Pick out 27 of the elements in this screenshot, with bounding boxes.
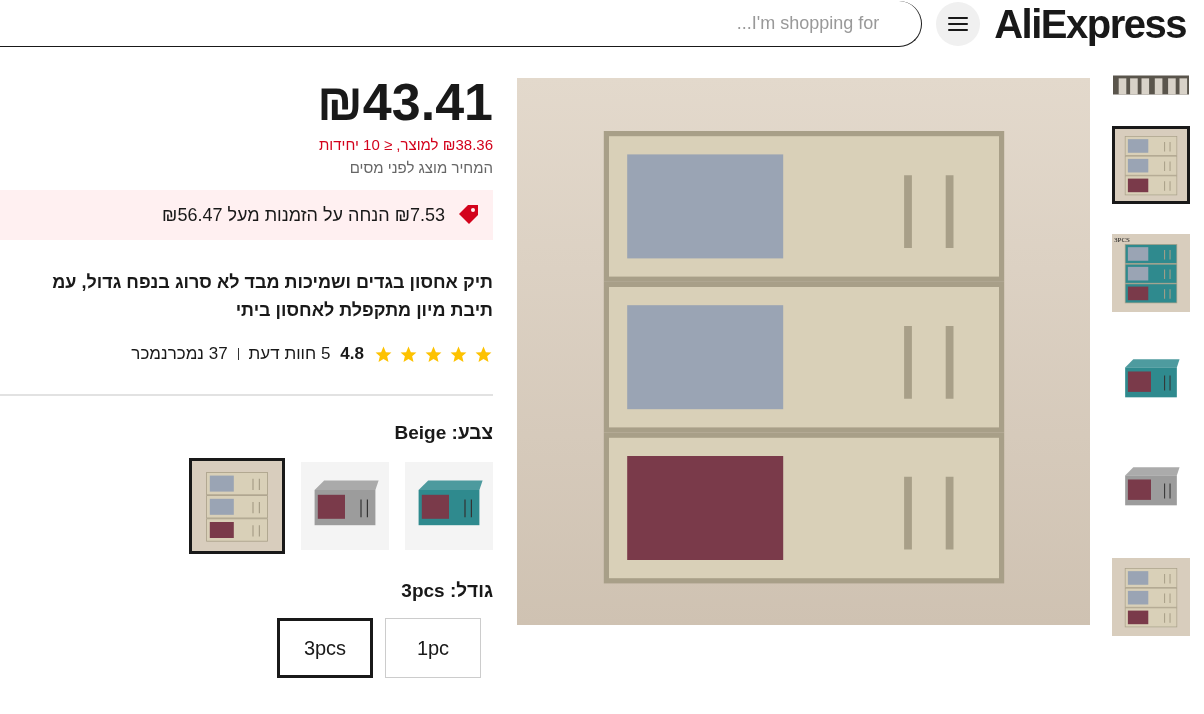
search-field[interactable]: I'm shopping for... [0, 1, 923, 47]
star-icon [449, 344, 468, 364]
tax-note: המחיר מוצג לפני מסים [349, 159, 493, 176]
color-swatch[interactable] [189, 458, 285, 554]
rating-score: 4.8 [340, 344, 364, 364]
menu-icon [948, 16, 969, 32]
size-label: גודל: 3pcs [401, 580, 493, 602]
review-count[interactable]: 5 חוות דעת [248, 344, 331, 364]
gallery-thumbnail[interactable] [1112, 558, 1190, 636]
star-icon [424, 344, 443, 364]
star-icon [374, 344, 393, 364]
unit-price: ₪38.36 למוצר, ≤ 10 יחידות [319, 136, 493, 153]
discount-text: ₪7.53 הנחה על הזמנות מעל ₪56.47 [162, 204, 445, 226]
product-price: ₪43.41 [316, 74, 493, 130]
star-icon [399, 344, 418, 364]
color-label: צבע: Beige [394, 422, 493, 444]
size-option[interactable]: 3pcs [277, 618, 373, 678]
sold-count: 37 נמכרנמכר [131, 344, 228, 364]
menu-button[interactable] [936, 2, 981, 46]
size-option[interactable]: 1pc [385, 618, 481, 678]
product-title: תיבת מיון מתקפלת לאחסון ביתי [234, 299, 493, 322]
gallery-thumbnail[interactable] [1113, 74, 1189, 96]
price-tag-icon [457, 204, 479, 226]
star-icon [474, 344, 493, 364]
product-title: תיק אחסון בגדים ושמיכות מבד לא סרוג בנפח גדול, עמ [52, 271, 493, 294]
aliexpress-logo[interactable]: AliExpress [994, 1, 1186, 47]
gallery-thumbnail[interactable] [1112, 126, 1190, 204]
